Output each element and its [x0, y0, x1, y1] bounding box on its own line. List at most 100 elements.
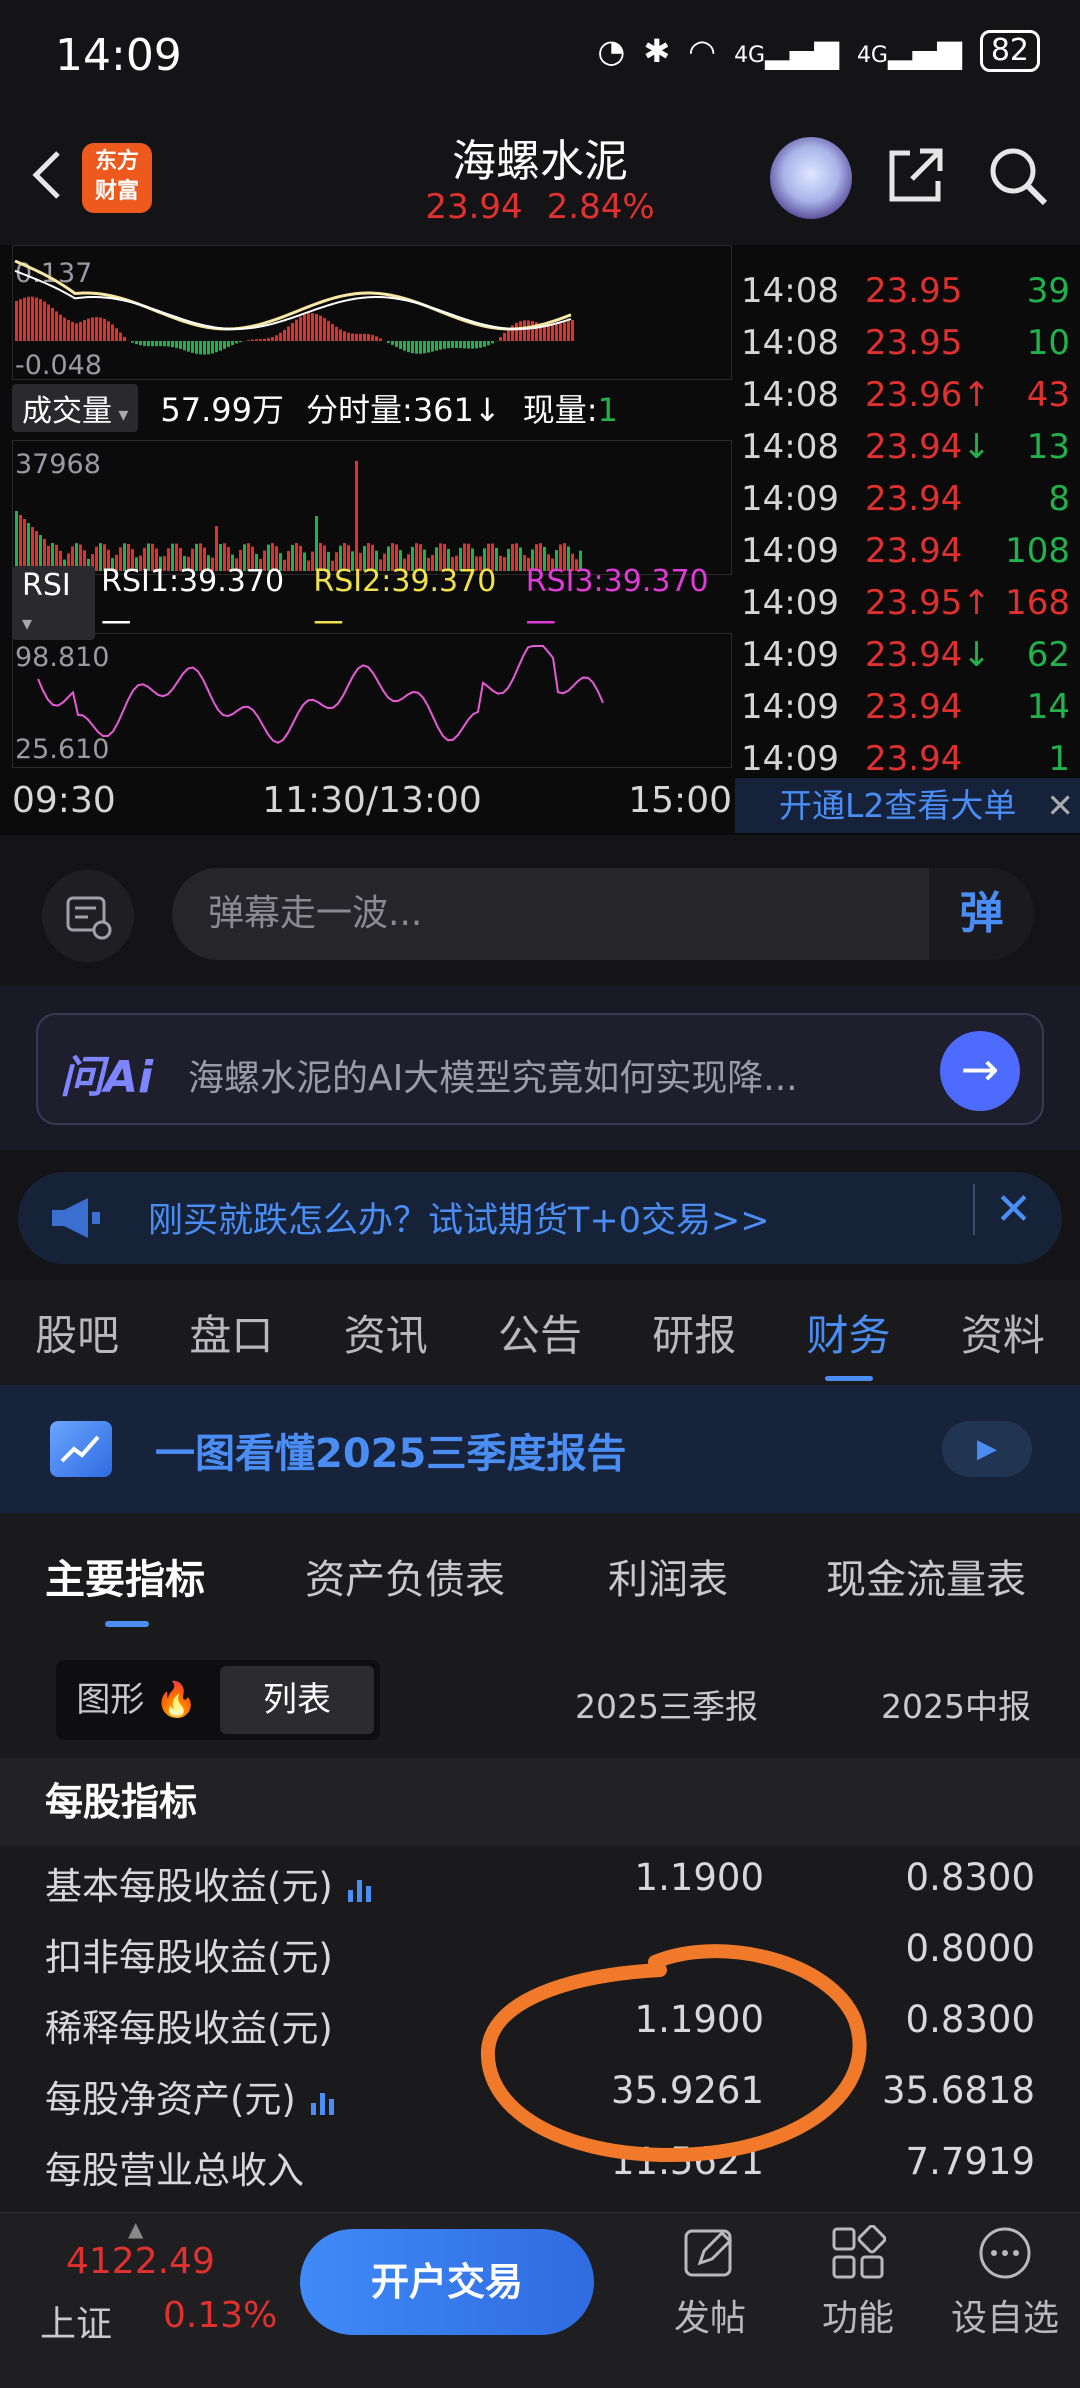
tick-trades-list[interactable]: 14:08 23.95 39 14:08 23.95 10 14:08 23.96↑ 43 14:… [735, 245, 1080, 775]
play-icon[interactable]: ▶ [942, 1421, 1032, 1477]
promo-section: 刚买就跌怎么办？试试期货T+0交易>> ✕ [0, 1150, 1080, 1280]
ai-go-button[interactable]: → [940, 1031, 1020, 1111]
stock-change-pct: 2.84% [546, 187, 655, 227]
ai-question: 海螺水泥的AI大模型究竟如何实现降... [188, 1058, 798, 1099]
total-volume: 57.99万 [160, 391, 285, 429]
trade-row: 14:08 23.94↓ 13 [741, 427, 1070, 467]
current-volume: 现量:1 [522, 391, 618, 429]
index-name: 上证 [40, 2304, 113, 2345]
indicator-row[interactable]: 基本每股收益(元) 1.1900 0.8300 [0, 1846, 1080, 1918]
share-icon[interactable] [884, 143, 948, 207]
view-toggle: 图形 🔥 列表 [56, 1660, 380, 1740]
trade-row: 14:09 23.94 108 [741, 531, 1070, 571]
trade-row: 14:09 23.94 14 [741, 687, 1070, 727]
time-axis: 09:30 11:30/13:00 15:00 [12, 780, 732, 821]
bar-chart-icon[interactable] [308, 2087, 338, 2117]
ai-ask-section: 问Ai 海螺水泥的AI大模型究竟如何实现降... → [0, 985, 1080, 1150]
danmu-send-button[interactable]: 弹 [929, 868, 1034, 960]
nav-add-watchlist[interactable]: 设自选 [945, 2225, 1065, 2341]
toggle-list[interactable]: 列表 [220, 1666, 374, 1734]
bluetooth-icon: ✱ [643, 32, 671, 70]
rsi-plot [37, 645, 604, 744]
promo-close-icon[interactable]: ✕ [973, 1184, 1032, 1235]
close-icon[interactable]: ✕ [1046, 778, 1074, 833]
nav-add-watchlist-label: 设自选 [950, 2298, 1059, 2339]
battery-icon: 82 [979, 30, 1040, 72]
stock-price: 23.94 [425, 187, 523, 227]
l2-upsell-label: 开通L2查看大单 [779, 786, 1017, 825]
trade-row: 14:09 23.95↑ 168 [741, 583, 1070, 623]
rsi-panel: 98.810 25.610 [12, 633, 732, 768]
expand-caret-icon[interactable]: ▲ [128, 2217, 143, 2241]
toggle-chart[interactable]: 图形 🔥 [62, 1666, 212, 1734]
signal-icon-1: 4G▂▄▆ [734, 32, 839, 70]
more-icon [979, 2227, 1031, 2279]
promo-banner[interactable]: 刚买就跌怎么办？试试期货T+0交易>> ✕ [18, 1172, 1062, 1264]
tab-4[interactable]: 研报 [652, 1302, 736, 1363]
time-axis-mid: 11:30/13:00 [262, 780, 482, 821]
tab-1[interactable]: 盘口 [189, 1302, 273, 1363]
nav-post[interactable]: 发帖 [650, 2225, 770, 2341]
nav-functions[interactable]: 功能 [798, 2225, 918, 2341]
report-banner[interactable]: 一图看懂2025三季度报告 ▶ [0, 1385, 1080, 1513]
bottom-bar: ▲ 4122.49 上证 0.13% 开户交易 发帖 功能 设自选 [0, 2212, 1080, 2388]
status-time: 14:09 [55, 30, 182, 81]
report-banner-text: 一图看懂2025三季度报告 [155, 1431, 627, 1477]
volume-panel: 37968 [12, 440, 732, 575]
trades-partial-row [735, 245, 1080, 265]
tab-5[interactable]: 财务 [807, 1302, 891, 1381]
fire-icon: 🔥 [155, 1680, 198, 1720]
open-account-button[interactable]: 开户交易 [300, 2229, 594, 2335]
macd-plot [14, 259, 574, 355]
ai-ask-box[interactable]: 问Ai 海螺水泥的AI大模型究竟如何实现降... → [36, 1013, 1044, 1125]
detail-tabs: 股吧 盘口 资讯 公告 研报 财务 资料 [0, 1280, 1080, 1385]
danmu-input[interactable]: 弹幕走一波... 弹 [172, 868, 1034, 960]
subtab-cash-flow[interactable]: 现金流量表 [826, 1547, 1026, 1605]
danmu-bar: 弹幕走一波... 弹 [0, 835, 1080, 985]
period-col-1: 2025三季报 [575, 1687, 758, 1726]
time-axis-start: 09:30 [12, 780, 116, 821]
wifi-icon: ◠ [688, 32, 717, 70]
status-icons: ◔ ✱ ◠ 4G▂▄▆ 4G▂▄▆ 82 [597, 30, 1040, 72]
edit-icon [684, 2229, 733, 2277]
megaphone-icon [52, 1198, 100, 1238]
rsi-indicator-row: RSI RSI1:39.370一 RSI2:39.370一 RSI3:39.37… [12, 564, 732, 642]
section-header: 每股指标 [0, 1758, 1080, 1846]
nav-functions-label: 功能 [821, 2298, 894, 2339]
volume-plot [15, 461, 582, 571]
ai-robot-icon[interactable] [770, 137, 852, 219]
speed-icon: ◔ [597, 32, 626, 70]
l2-upsell-bar[interactable]: 开通L2查看大单 ✕ [735, 778, 1080, 833]
tab-2[interactable]: 资讯 [344, 1302, 428, 1363]
promo-text: 刚买就跌怎么办？试试期货T+0交易>> [148, 1201, 770, 1241]
trade-row: 14:08 23.96↑ 43 [741, 375, 1070, 415]
bar-chart-icon[interactable] [345, 1874, 375, 1904]
tab-0[interactable]: 股吧 [35, 1302, 119, 1363]
trade-row: 14:08 23.95 39 [741, 271, 1070, 311]
tab-6[interactable]: 资料 [961, 1302, 1045, 1363]
rsi2-label: RSI2:39.370一 [313, 563, 497, 642]
tab-3[interactable]: 公告 [498, 1302, 582, 1363]
subtab-main-indicators[interactable]: 主要指标 [45, 1547, 205, 1627]
trade-row: 14:08 23.95 10 [741, 323, 1070, 363]
subtab-income-statement[interactable]: 利润表 [608, 1547, 728, 1605]
rsi-dropdown[interactable]: RSI [12, 566, 96, 640]
macd-panel: 0.137 -0.048 [12, 245, 732, 381]
search-icon[interactable] [985, 143, 1051, 209]
rsi3-label: RSI3:39.370一 [525, 563, 709, 642]
trade-row: 14:09 23.94 8 [741, 479, 1070, 519]
danmu-settings-icon[interactable] [42, 870, 134, 962]
rsi1-label: RSI1:39.370一 [101, 563, 285, 642]
stock-header: 东方 财富 海螺水泥 23.94 2.84% [0, 115, 1080, 245]
volume-indicator-row: 成交量 57.99万 分时量:361↓ 现量:1 [12, 384, 732, 432]
annotation-circle [480, 1944, 867, 2163]
subtab-balance-sheet[interactable]: 资产负债表 [305, 1547, 505, 1605]
finance-subtabs: 主要指标 资产负债表 利润表 现金流量表 [0, 1513, 1080, 1630]
grid-icon [832, 2225, 886, 2279]
status-bar: 14:09 ◔ ✱ ◠ 4G▂▄▆ 4G▂▄▆ 82 [0, 0, 1080, 115]
volume-dropdown[interactable]: 成交量 [12, 384, 139, 432]
trade-row: 14:09 23.94↓ 62 [741, 635, 1070, 675]
index-value[interactable]: 4122.49 [66, 2241, 215, 2282]
chart-report-icon [50, 1421, 112, 1477]
view-period-row: 图形 🔥 列表 2025三季报 2025中报 [0, 1630, 1080, 1758]
